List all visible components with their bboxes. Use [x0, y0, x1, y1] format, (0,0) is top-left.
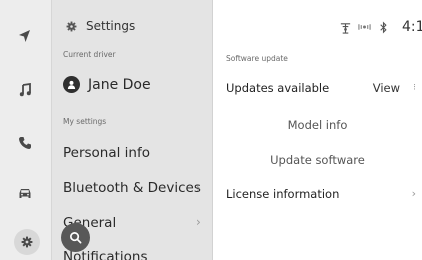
clock: 4:1 [402, 19, 422, 35]
software-update-pane: 4:1 Software update Updates available Vi… [213, 0, 422, 260]
music-note-icon [19, 83, 31, 97]
driver-name: Jane Doe [88, 76, 151, 93]
navigation-arrow-icon [19, 30, 30, 42]
rail-media-button[interactable] [10, 75, 40, 105]
settings-screen: Settings Current driver Jane Doe My sett… [0, 0, 422, 260]
update-software-button[interactable]: Update software [213, 153, 422, 167]
current-driver-label: Current driver [63, 50, 116, 59]
status-bar: 4:1 [339, 18, 422, 36]
rail-phone-button[interactable] [10, 128, 40, 158]
search-button[interactable] [61, 223, 90, 252]
model-info-button[interactable]: Model info [213, 118, 422, 132]
rail-settings-button[interactable] [14, 229, 40, 255]
chevron-right-icon: › [196, 181, 201, 195]
person-icon [67, 80, 76, 89]
gear-icon [66, 21, 77, 31]
rail-vehicle-button[interactable] [10, 178, 40, 208]
menu-item-bluetooth-devices[interactable]: Bluetooth & Devices [63, 180, 201, 196]
license-information-item[interactable]: License information [226, 187, 339, 201]
settings-header: Settings [66, 17, 135, 35]
bluetooth-icon [380, 21, 387, 33]
settings-title: Settings [86, 19, 136, 33]
rail-navigation-button[interactable] [10, 21, 40, 51]
app-rail [0, 0, 52, 260]
menu-item-personal-info[interactable]: Personal info [63, 145, 150, 161]
phone-icon [19, 137, 31, 149]
software-update-section-label: Software update [226, 54, 288, 63]
more-icon: ⁝ [413, 83, 416, 93]
gear-icon [21, 236, 33, 248]
avatar [63, 76, 80, 93]
settings-menu: Settings Current driver Jane Doe My sett… [52, 0, 213, 260]
updates-available-label: Updates available [226, 81, 330, 95]
view-updates-button[interactable]: View [373, 81, 400, 95]
wifi-calling-icon [358, 24, 371, 30]
my-settings-label: My settings [63, 117, 107, 126]
car-icon [19, 189, 31, 198]
antenna-icon [340, 22, 351, 34]
chevron-right-icon: › [196, 215, 201, 229]
chevron-right-icon: › [411, 187, 416, 200]
current-driver-item[interactable]: Jane Doe [63, 76, 151, 93]
search-icon [70, 232, 82, 244]
